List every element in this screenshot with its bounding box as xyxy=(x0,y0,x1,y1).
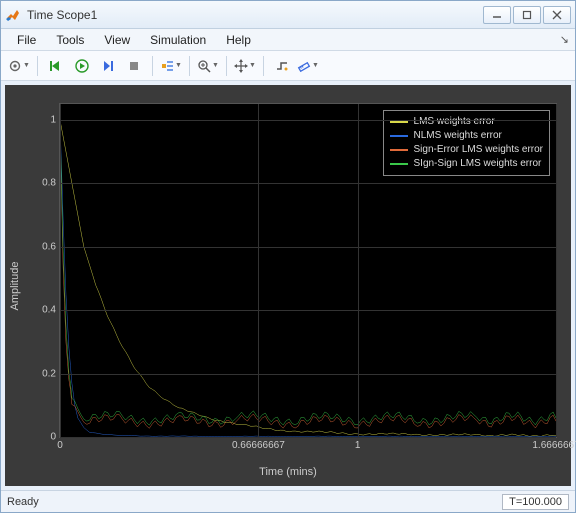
scale-axes-button[interactable]: ▼ xyxy=(233,54,257,78)
y-tick: 0.6 xyxy=(42,241,60,252)
y-tick: 0.2 xyxy=(42,368,60,379)
legend-swatch xyxy=(390,121,408,123)
step-back-button[interactable] xyxy=(44,54,68,78)
status-time: T=100.000 xyxy=(502,494,569,510)
chart-box[interactable]: LMS weights errorNLMS weights errorSign-… xyxy=(59,103,557,438)
menu-tools[interactable]: Tools xyxy=(46,31,94,49)
legend-label: LMS weights error xyxy=(414,115,495,129)
menu-file[interactable]: File xyxy=(7,31,46,49)
legend-label: NLMS weights error xyxy=(414,129,502,143)
legend-entry[interactable]: Sign-Error LMS weights error xyxy=(390,143,543,157)
settings-button[interactable]: ▼ xyxy=(7,54,31,78)
y-tick: 0.8 xyxy=(42,178,60,189)
play-button[interactable] xyxy=(70,54,94,78)
plot-inner: Amplitude LMS weights errorNLMS weights … xyxy=(13,93,563,478)
legend-swatch xyxy=(390,149,408,151)
matlab-icon xyxy=(5,7,21,23)
menu-view[interactable]: View xyxy=(94,31,140,49)
statusbar: Ready T=100.000 xyxy=(1,490,575,512)
highlight-button[interactable]: ▼ xyxy=(159,54,183,78)
measurements-button[interactable]: ▼ xyxy=(296,54,320,78)
legend-entry[interactable]: SIgn-Sign LMS weights error xyxy=(390,157,543,171)
close-button[interactable] xyxy=(543,6,571,24)
legend-swatch xyxy=(390,163,408,165)
maximize-button[interactable] xyxy=(513,6,541,24)
toolbar: ▼ ▼ ▼ ▼ ▼ xyxy=(1,51,575,81)
menu-simulation[interactable]: Simulation xyxy=(140,31,216,49)
x-tick: 1.6666667 xyxy=(532,437,576,451)
x-tick: 0.66666667 xyxy=(232,437,285,451)
menu-help[interactable]: Help xyxy=(216,31,261,49)
stop-button[interactable] xyxy=(122,54,146,78)
y-axis-label: Amplitude xyxy=(9,261,21,310)
x-axis-label: Time (mins) xyxy=(259,466,317,478)
status-ready: Ready xyxy=(7,496,39,508)
titlebar: Time Scope1 xyxy=(1,1,575,29)
step-forward-button[interactable] xyxy=(96,54,120,78)
window-buttons xyxy=(483,6,571,24)
menubar: File Tools View Simulation Help ↘ xyxy=(1,29,575,51)
plot-area: Amplitude LMS weights errorNLMS weights … xyxy=(5,85,571,486)
y-tick: 0.4 xyxy=(42,305,60,316)
x-tick: 1 xyxy=(355,437,361,451)
zoom-button[interactable]: ▼ xyxy=(196,54,220,78)
legend-entry[interactable]: LMS weights error xyxy=(390,115,543,129)
y-tick: 1 xyxy=(50,114,60,125)
legend-swatch xyxy=(390,135,408,137)
triggers-button[interactable] xyxy=(270,54,294,78)
window: Time Scope1 File Tools View Simulation H… xyxy=(0,0,576,513)
legend-label: SIgn-Sign LMS weights error xyxy=(414,157,542,171)
window-title: Time Scope1 xyxy=(27,8,483,22)
minimize-button[interactable] xyxy=(483,6,511,24)
legend-label: Sign-Error LMS weights error xyxy=(414,143,543,157)
x-tick: 0 xyxy=(57,437,63,451)
legend-entry[interactable]: NLMS weights error xyxy=(390,129,543,143)
pin-icon[interactable]: ↘ xyxy=(560,33,569,46)
